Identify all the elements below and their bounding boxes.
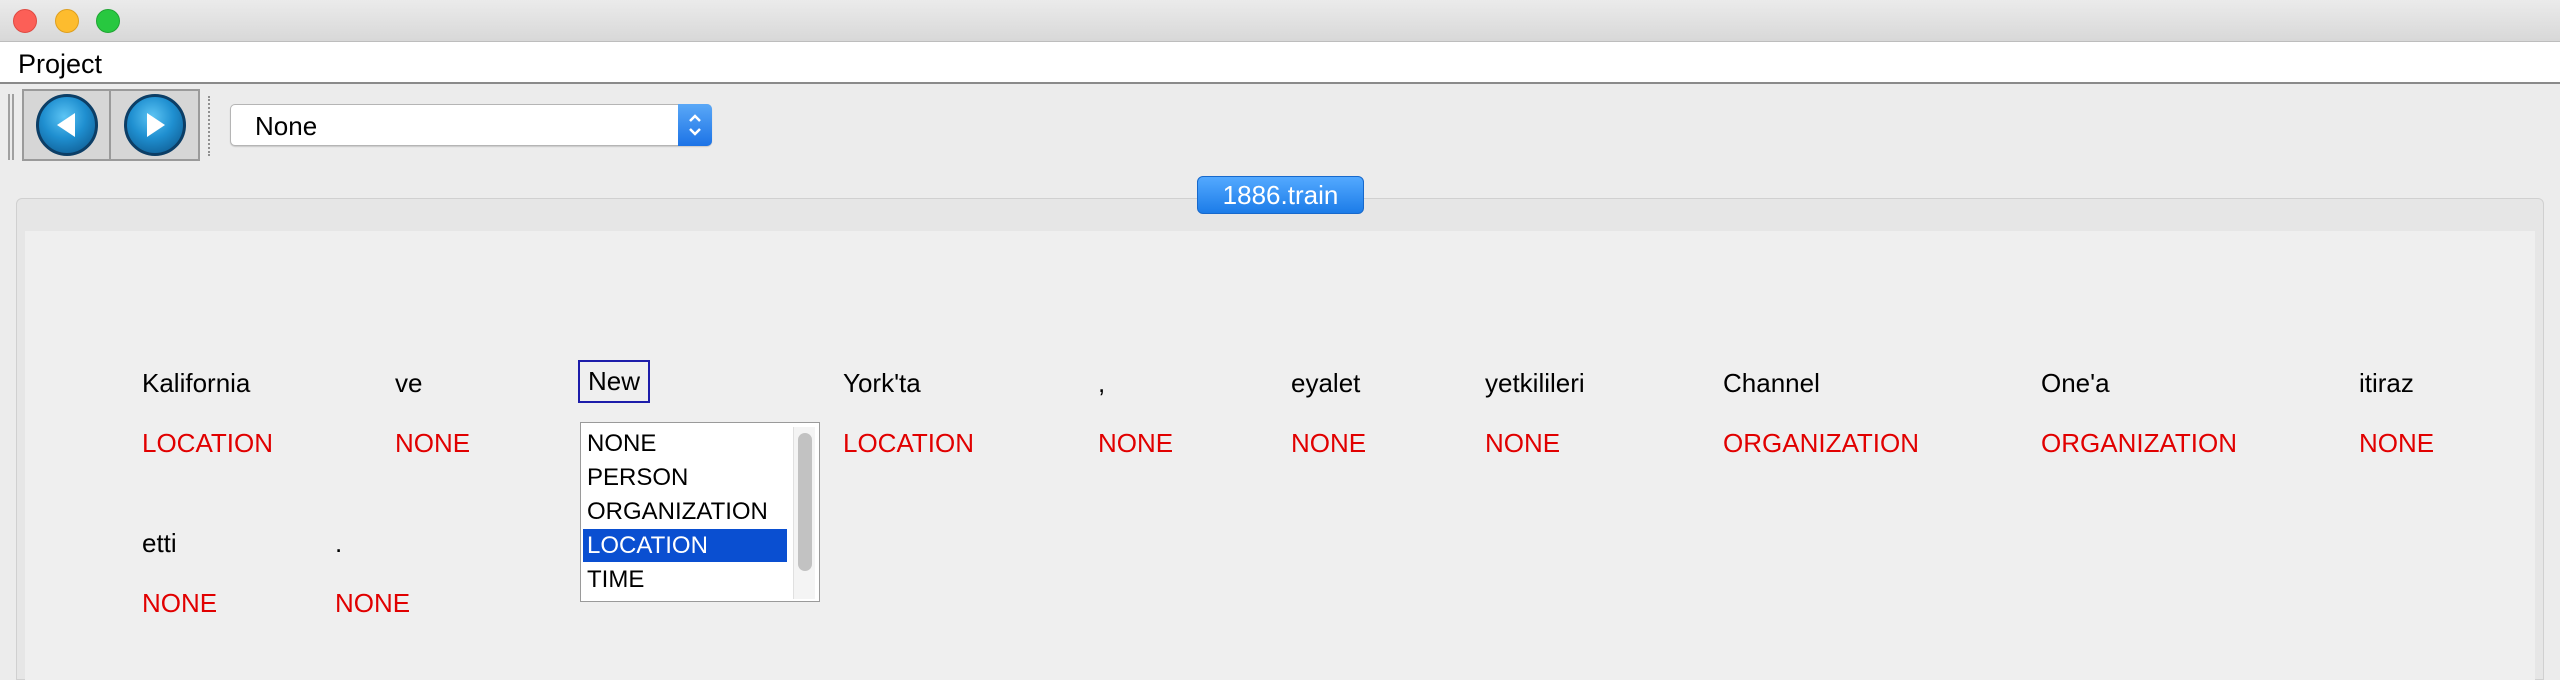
token-word-selected[interactable]: New [578, 360, 651, 403]
navigation-button-group [22, 89, 200, 161]
title-bar [0, 0, 2560, 42]
list-option-person[interactable]: PERSON [583, 461, 787, 494]
next-button[interactable] [111, 91, 198, 159]
menu-project[interactable]: Project [18, 49, 102, 80]
forward-arrow-icon [123, 94, 186, 156]
tab-file[interactable]: 1886.train [1197, 176, 1364, 214]
close-window-button[interactable] [13, 9, 37, 33]
token-label[interactable]: NONE [1291, 428, 1366, 459]
zoom-window-button[interactable] [96, 9, 120, 33]
token-word[interactable]: . [335, 528, 342, 559]
token-word[interactable]: yetkilileri [1485, 368, 1585, 399]
updown-chevron-icon [678, 104, 712, 146]
token-label[interactable]: NONE [395, 428, 470, 459]
minimize-window-button[interactable] [55, 9, 79, 33]
token-word[interactable]: York'ta [843, 368, 921, 399]
token-word[interactable]: etti [142, 528, 177, 559]
token-label[interactable]: NONE [142, 588, 217, 619]
token-word[interactable]: eyalet [1291, 368, 1360, 399]
token-label[interactable]: NONE [1098, 428, 1173, 459]
toolbar-grip[interactable] [8, 94, 14, 160]
token-word[interactable]: ve [395, 368, 422, 399]
toolbar-separator [208, 96, 210, 156]
token-word[interactable]: Kalifornia [142, 368, 250, 399]
list-option-location[interactable]: LOCATION [583, 529, 787, 562]
token-word[interactable]: , [1098, 368, 1105, 399]
token-word[interactable]: One'a [2041, 368, 2110, 399]
token-label[interactable]: ORGANIZATION [1723, 428, 1919, 459]
menu-bar: Project [0, 42, 2560, 84]
label-listbox[interactable]: NONE PERSON ORGANIZATION LOCATION TIME [580, 422, 820, 602]
scroll-thumb[interactable] [798, 433, 812, 571]
token-word[interactable]: Channel [1723, 368, 1820, 399]
token-label[interactable]: NONE [2359, 428, 2434, 459]
token-label[interactable]: NONE [335, 588, 410, 619]
token-label[interactable]: NONE [1485, 428, 1560, 459]
list-option-none[interactable]: NONE [583, 427, 787, 460]
token-word[interactable]: itiraz [2359, 368, 2414, 399]
listbox-scrollbar[interactable] [793, 427, 815, 599]
toolbar: None [0, 86, 2560, 164]
list-option-organization[interactable]: ORGANIZATION [583, 495, 787, 528]
token-label[interactable]: LOCATION [843, 428, 974, 459]
token-label[interactable]: ORGANIZATION [2041, 428, 2237, 459]
list-option-time[interactable]: TIME [583, 563, 787, 596]
token-label[interactable]: LOCATION [142, 428, 273, 459]
previous-button[interactable] [24, 91, 111, 159]
back-arrow-icon [35, 94, 98, 156]
label-filter-select[interactable]: None [230, 104, 712, 146]
select-value: None [255, 111, 318, 141]
